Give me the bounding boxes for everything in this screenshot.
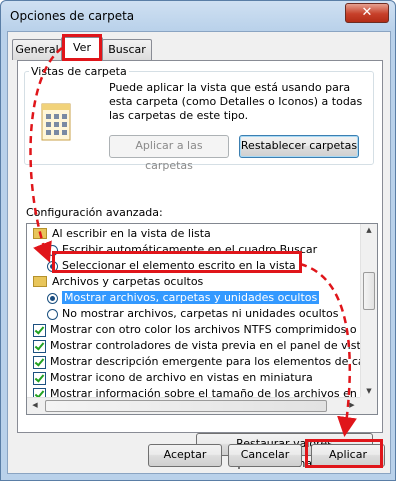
close-button[interactable]: ✕	[345, 3, 389, 23]
folder-icon	[33, 227, 47, 239]
list-item-selected[interactable]: Mostrar archivos, carpetas y unidades oc…	[47, 290, 320, 306]
vertical-scrollbar[interactable]: ▲ ▼	[360, 224, 377, 397]
list-item: Archivos y carpetas ocultos	[33, 274, 203, 290]
list-item[interactable]: No mostrar archivos, carpetas ni unidade…	[47, 306, 338, 322]
horizontal-scrollbar[interactable]: ◀ ▶	[27, 397, 360, 414]
scroll-corner	[360, 397, 377, 414]
checkbox[interactable]	[33, 323, 46, 337]
advanced-settings-label: Configuración avanzada:	[26, 206, 163, 219]
apply-to-folders-button[interactable]: Aplicar a las carpetas	[109, 135, 229, 172]
tab-panel-ver: Vistas de carpeta Puede aplicar la vista…	[17, 60, 383, 470]
dialog-window: Opciones de carpeta ✕ General Ver Buscar…	[0, 0, 396, 481]
highlight-tab-ver	[62, 34, 102, 61]
list-item: Al escribir en la vista de lista	[33, 226, 211, 242]
scroll-down-icon[interactable]: ▼	[361, 387, 377, 395]
ok-button[interactable]: Aceptar	[148, 444, 222, 467]
close-icon: ✕	[361, 5, 373, 20]
scroll-up-icon[interactable]: ▲	[361, 226, 377, 234]
radio-button[interactable]	[47, 308, 58, 320]
folder-view-icon	[41, 103, 71, 141]
folder-views-legend: Vistas de carpeta	[31, 65, 127, 78]
checkbox[interactable]	[33, 339, 46, 353]
tab-buscar[interactable]: Buscar	[102, 39, 152, 60]
folder-views-group: Vistas de carpeta Puede aplicar la vista…	[24, 65, 374, 172]
vertical-scroll-thumb[interactable]	[363, 272, 375, 310]
title-bar[interactable]: Opciones de carpeta ✕	[1, 1, 395, 31]
list-item[interactable]: Mostrar con otro color los archivos NTFS…	[33, 322, 377, 338]
highlight-apply-button	[305, 439, 383, 468]
list-item[interactable]: Mostrar controladores de vista previa en…	[33, 338, 377, 354]
folder-icon	[33, 275, 47, 287]
window-title: Opciones de carpeta	[10, 9, 135, 23]
reset-folders-button[interactable]: Restablecer carpetas	[239, 135, 359, 158]
list-item[interactable]: Mostrar icono de archivo en vistas en mi…	[33, 370, 313, 386]
checkbox[interactable]	[33, 355, 46, 369]
radio-button[interactable]	[47, 292, 58, 304]
highlight-show-hidden-option	[52, 251, 302, 273]
horizontal-scroll-thumb[interactable]	[45, 400, 327, 412]
cancel-button[interactable]: Cancelar	[228, 444, 302, 467]
checkbox[interactable]	[33, 371, 46, 385]
scroll-left-icon[interactable]: ◀	[29, 401, 41, 409]
scroll-right-icon[interactable]: ▶	[346, 401, 358, 409]
tab-general[interactable]: General	[12, 39, 62, 60]
folder-views-description: Puede aplicar la vista que está usando p…	[109, 81, 363, 122]
list-item[interactable]: Mostrar descripción emergente para los e…	[33, 354, 377, 370]
